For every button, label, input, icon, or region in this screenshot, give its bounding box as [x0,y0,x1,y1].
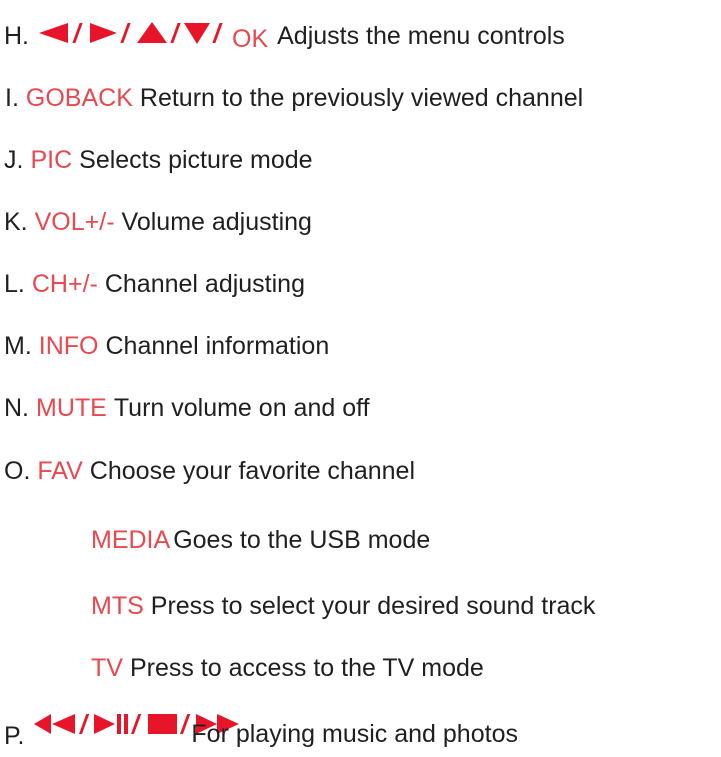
rewind-icon [34,714,76,734]
key-label: TV [91,654,123,682]
list-item: K. VOL+/- Volume adjusting [4,207,312,237]
item-description: Return to the previously viewed channel [139,84,584,112]
item-description: Goes to the USB mode [173,526,431,554]
slash-icon [131,714,142,734]
item-letter: L. [4,270,25,298]
list-item: P. For playing music and photos [4,712,600,750]
key-label: PIC [30,146,73,174]
slash-icon [79,714,90,734]
item-letter: N. [4,394,29,422]
right-arrow-icon [90,23,117,43]
list-item: TV Press to access to the TV mode [91,653,484,683]
list-item: M. INFO Channel information [4,331,329,361]
key-label: OK [232,25,269,53]
item-letter: K. [4,208,28,236]
item-description: Adjusts the menu controls [277,22,565,50]
up-arrow-icon [137,22,167,43]
list-item: L. CH+/- Channel adjusting [4,269,305,299]
list-item: MEDIA Goes to the USB mode [91,525,430,555]
list-item: O. FAV Choose your favorite channel [4,456,415,486]
key-label: MUTE [36,394,107,422]
down-arrow-icon [184,23,210,44]
item-description: Channel information [105,332,330,360]
key-label: VOL+/- [34,208,115,236]
item-description: Volume adjusting [121,208,312,236]
item-description: Press to access to the TV mode [129,654,484,682]
slash-icon [212,23,223,43]
slash-icon [180,714,191,734]
item-description: Choose your favorite channel [89,457,415,485]
item-letter: O. [4,457,31,485]
item-letter: I. [5,84,19,112]
slash-icon [170,23,181,43]
item-letter: H. [4,22,29,50]
item-description: Turn volume on and off [113,394,370,422]
stop-icon [148,714,178,734]
item-description: Channel adjusting [104,270,305,298]
item-description: For playing music and photos [191,720,518,748]
list-item: I. GOBACK Return to the previously viewed … [5,83,583,113]
play-pause-icon [94,714,129,734]
item-description: Selects picture mode [79,146,313,174]
list-item: MTS Press to select your desired sound tr… [91,591,595,621]
left-arrow-icon [39,23,68,43]
slash-icon [120,23,131,43]
key-label: FAV [37,457,83,485]
list-item: N. MUTE Turn volume on and off [4,393,370,423]
list-item: H. OK Adjusts the menu controls [4,21,590,53]
item-letter: M. [4,332,32,360]
key-label: MEDIA [91,526,171,554]
slash-icon [72,23,83,43]
key-label: MTS [91,592,144,620]
item-letter: P. [4,722,25,750]
key-label: INFO [38,332,99,360]
key-label: GOBACK [25,84,133,112]
item-letter: J. [4,146,24,174]
key-label: CH+/- [31,270,98,298]
item-description: Press to select your desired sound track [150,592,596,620]
list-item: J. PIC Selects picture mode [4,145,313,175]
